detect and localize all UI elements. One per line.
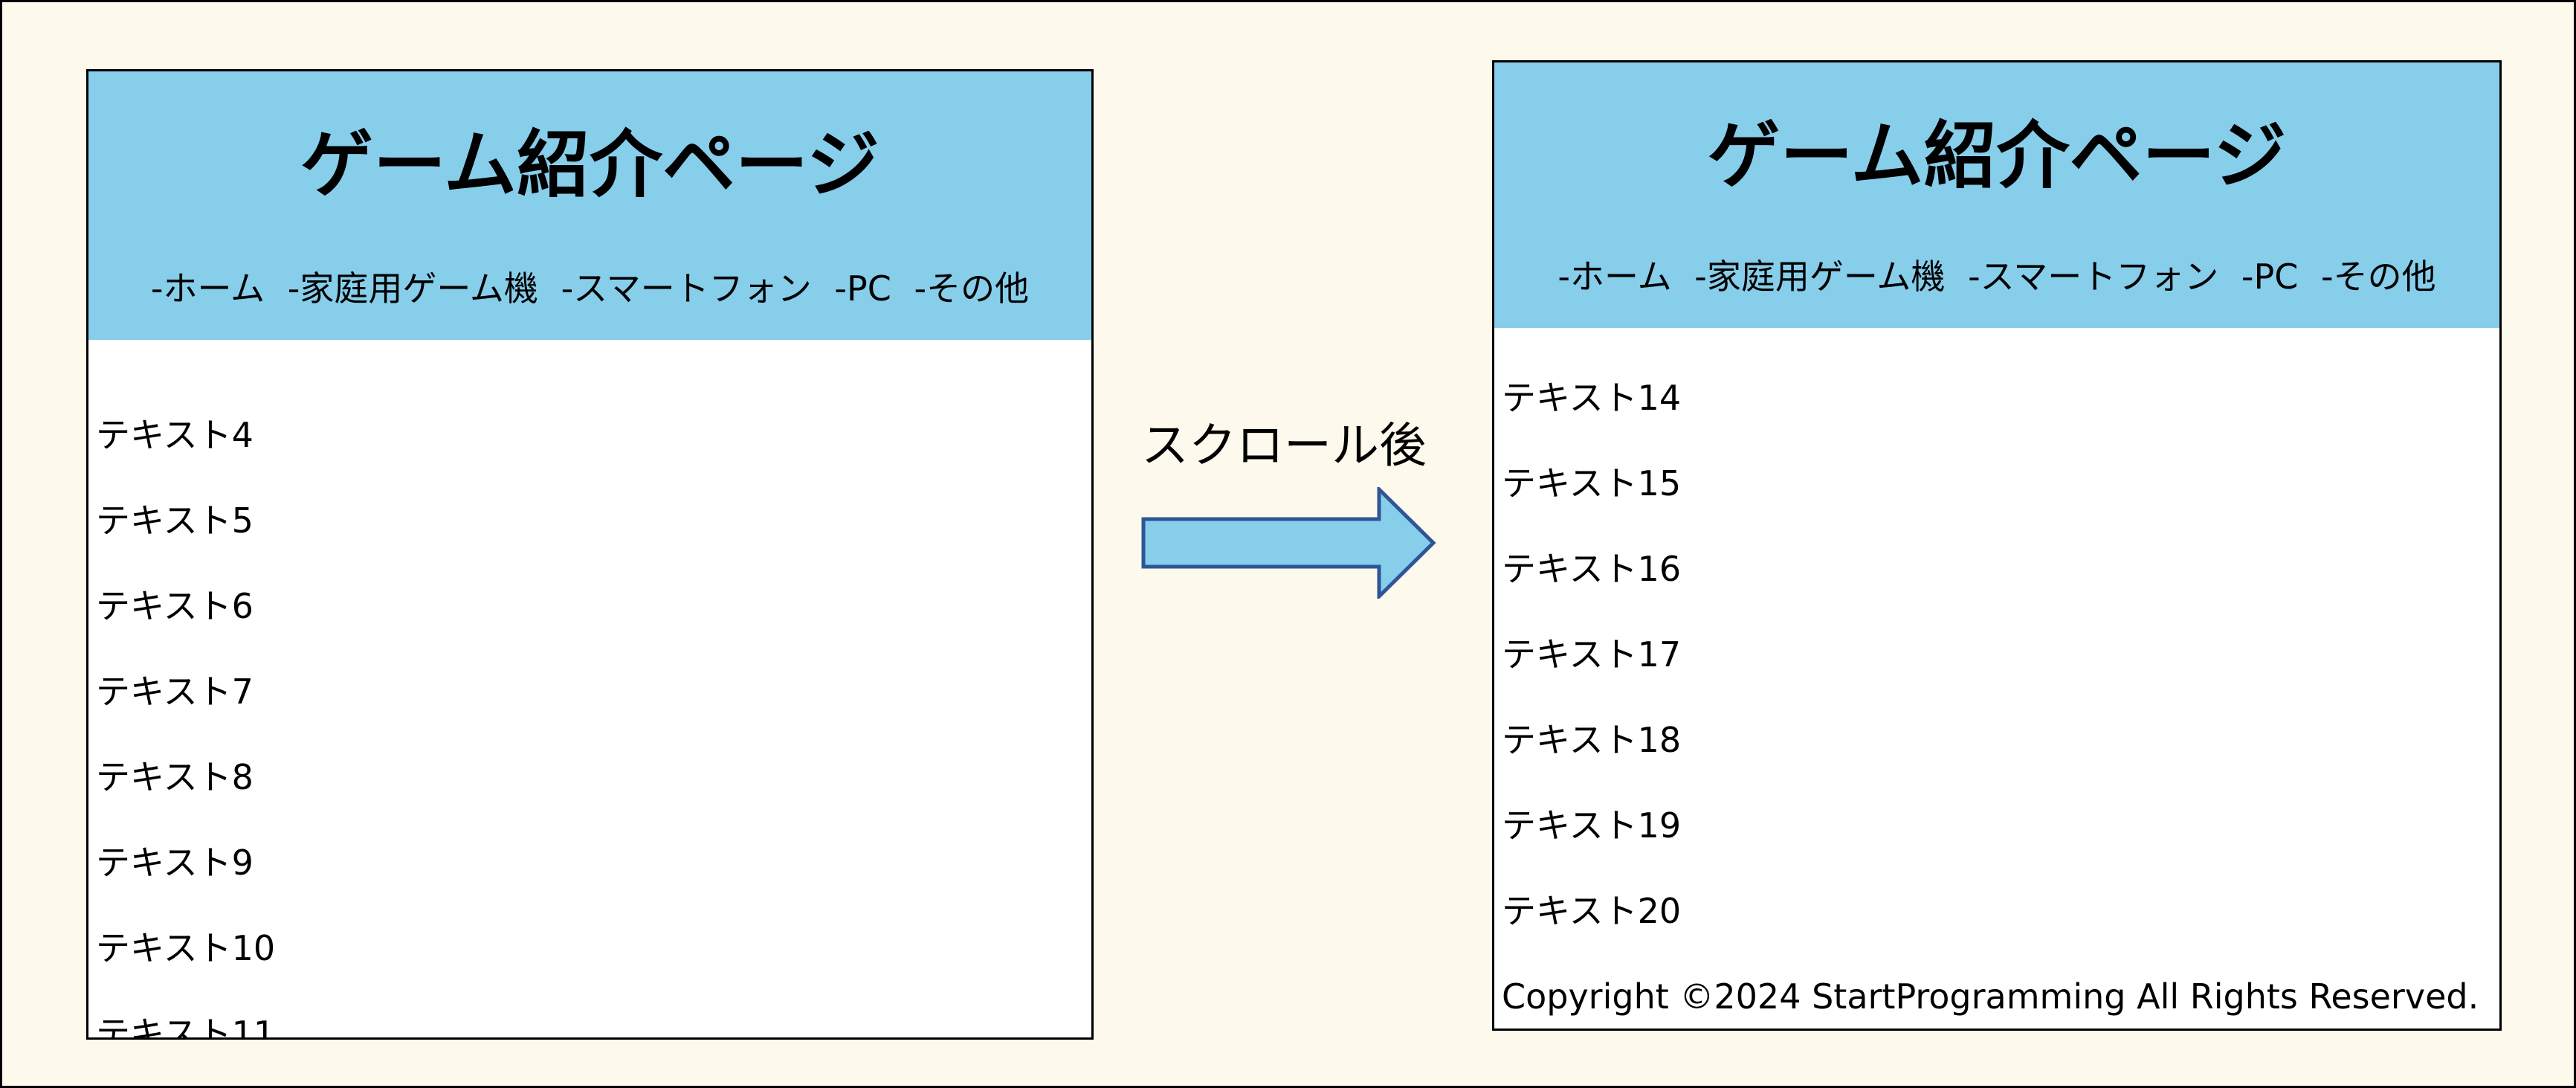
nav-item-console[interactable]: -家庭用ゲーム機 bbox=[1694, 257, 1945, 297]
list-item: テキスト8 bbox=[96, 757, 254, 797]
after-scroll-page: ゲーム紹介ページ -ホーム -家庭用ゲーム機 -スマートフォン -PC -その他… bbox=[1492, 60, 2502, 1031]
nav-item-console[interactable]: -家庭用ゲーム機 bbox=[288, 268, 538, 309]
nav-item-other[interactable]: -その他 bbox=[914, 268, 1030, 309]
list-item: テキスト10 bbox=[96, 928, 276, 968]
list-item: テキスト9 bbox=[96, 843, 254, 883]
list-item: テキスト15 bbox=[1502, 463, 1682, 503]
site-header: ゲーム紹介ページ -ホーム -家庭用ゲーム機 -スマートフォン -PC -その他 bbox=[1494, 62, 2499, 328]
list-item: テキスト6 bbox=[96, 586, 254, 626]
nav-menu: -ホーム -家庭用ゲーム機 -スマートフォン -PC -その他 bbox=[88, 266, 1091, 311]
list-item: テキスト16 bbox=[1502, 549, 1682, 589]
nav-menu: -ホーム -家庭用ゲーム機 -スマートフォン -PC -その他 bbox=[1494, 254, 2499, 299]
nav-item-other[interactable]: -その他 bbox=[2321, 257, 2436, 297]
list-item: テキスト7 bbox=[96, 672, 254, 712]
list-item: テキスト19 bbox=[1502, 805, 1682, 846]
page-title: ゲーム紹介ページ bbox=[1707, 114, 2287, 199]
nav-item-home[interactable]: -ホーム bbox=[151, 268, 265, 309]
list-item: テキスト11 bbox=[96, 1014, 276, 1040]
list-item: テキスト4 bbox=[96, 415, 254, 455]
nav-item-pc[interactable]: -PC bbox=[834, 268, 891, 309]
before-scroll-page: ゲーム紹介ページ -ホーム -家庭用ゲーム機 -スマートフォン -PC -その他… bbox=[86, 69, 1094, 1040]
right-arrow-icon bbox=[1141, 485, 1439, 602]
list-item: テキスト5 bbox=[96, 500, 254, 541]
list-item: テキスト17 bbox=[1502, 634, 1682, 675]
list-item: テキスト14 bbox=[1502, 378, 1682, 418]
footer-copyright: Copyright ©2024 StartProgramming All Rig… bbox=[1502, 976, 2479, 1017]
nav-item-home[interactable]: -ホーム bbox=[1557, 257, 1671, 297]
nav-item-smartphone[interactable]: -スマートフォン bbox=[561, 268, 812, 309]
list-item: テキスト20 bbox=[1502, 891, 1682, 931]
scroll-after-label: スクロール後 bbox=[1141, 419, 1427, 474]
site-header: ゲーム紹介ページ -ホーム -家庭用ゲーム機 -スマートフォン -PC -その他 bbox=[88, 71, 1091, 340]
list-item: テキスト18 bbox=[1502, 720, 1682, 760]
nav-item-smartphone[interactable]: -スマートフォン bbox=[1968, 257, 2218, 297]
page-title: ゲーム紹介ページ bbox=[300, 123, 880, 207]
nav-item-pc[interactable]: -PC bbox=[2241, 257, 2298, 297]
